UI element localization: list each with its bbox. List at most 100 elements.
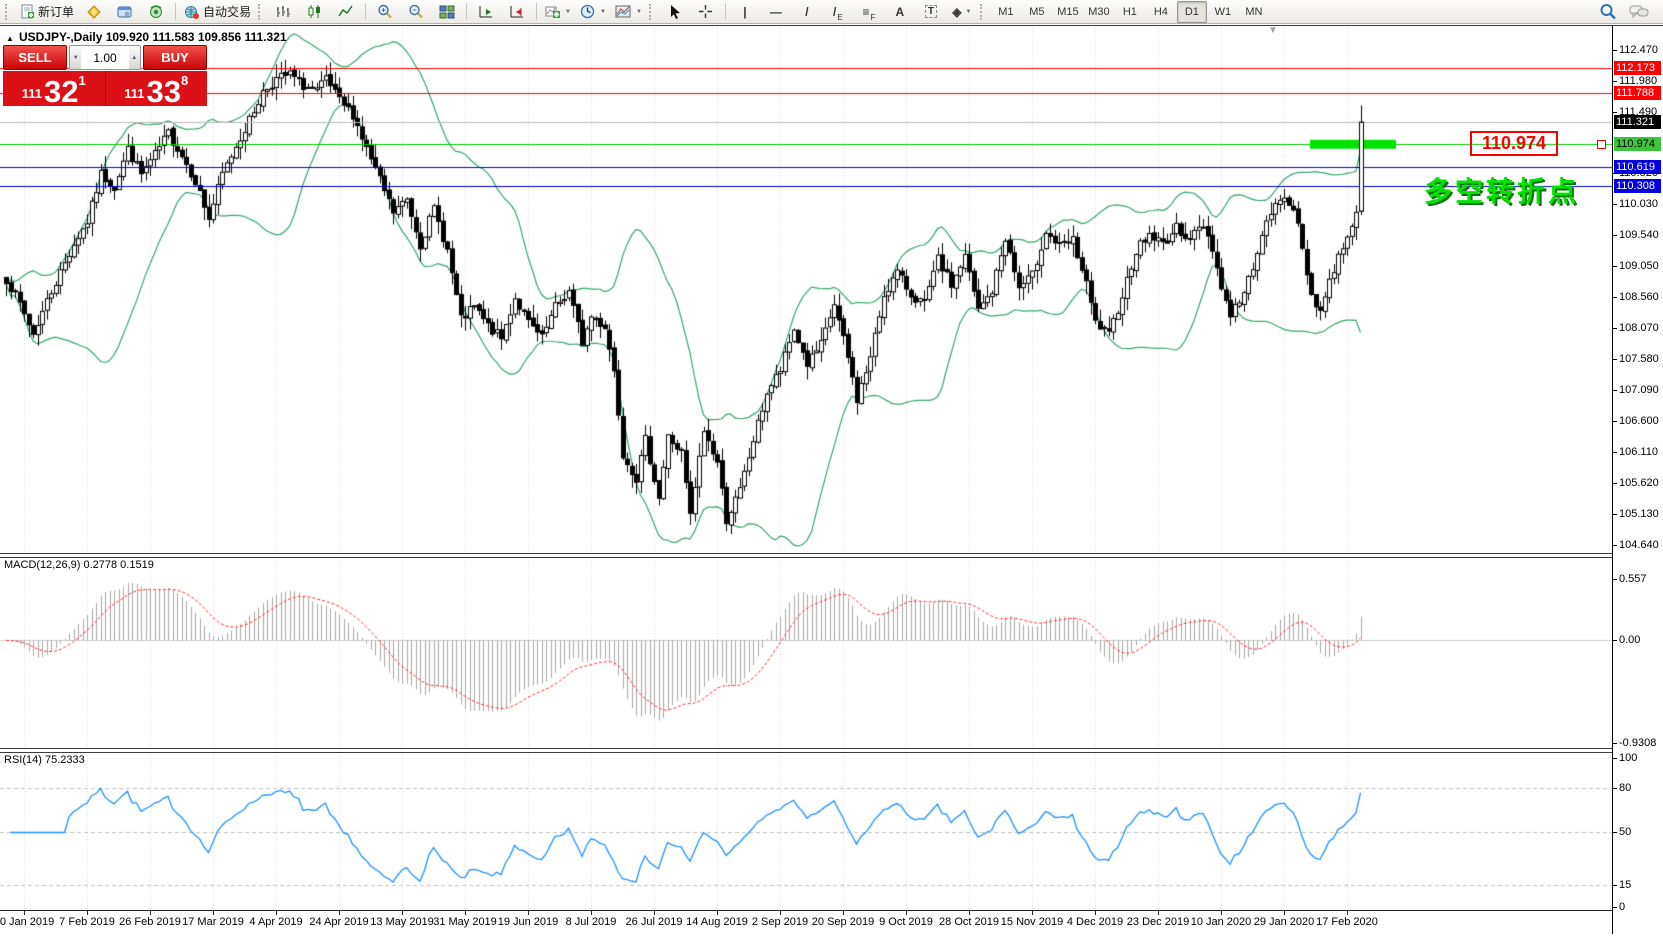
price-tick-mark (1613, 50, 1617, 51)
rsi-tick-mark (1613, 885, 1617, 886)
timeframe-m5-button[interactable]: M5 (1022, 1, 1052, 23)
text-label-tool-button[interactable]: T (916, 1, 946, 23)
indicator-list-button[interactable] (79, 1, 109, 23)
template-icon (615, 4, 632, 19)
date-label: 26 Jul 2019 (626, 916, 683, 928)
timeframe-d1-button[interactable]: D1 (1177, 1, 1207, 23)
price-flag-anchor[interactable] (1597, 140, 1606, 149)
add-indicator-button[interactable]: ▼ (541, 1, 575, 23)
fibonacci-tool-button[interactable]: ≡ F (854, 1, 884, 23)
timeframe-m1-button[interactable]: M1 (991, 1, 1021, 23)
text-tool-icon: A (896, 5, 905, 19)
date-axis[interactable]: 20 Jan 20197 Feb 201926 Feb 201917 Mar 2… (0, 910, 1612, 936)
text-tool-button[interactable]: A (885, 1, 915, 23)
buy-button[interactable]: BUY (143, 45, 207, 70)
autotrading-button[interactable]: 自动交易 (180, 1, 255, 23)
template-button[interactable]: ▼ (611, 1, 646, 23)
channel-icon: / (833, 5, 836, 19)
timeframe-mn-button[interactable]: MN (1239, 1, 1269, 23)
toolbar-grip[interactable] (980, 4, 986, 20)
new-chart-button[interactable] (110, 1, 140, 23)
new-order-button[interactable]: 新订单 (16, 1, 78, 23)
price-badge: 110.974 (1614, 137, 1661, 151)
price-tick-label: 106.110 (1619, 446, 1658, 458)
auto-scroll-button[interactable] (471, 1, 501, 23)
volume-up-button[interactable]: ▲ (129, 46, 140, 69)
new-order-label: 新订单 (38, 3, 74, 20)
macd-axis-label: 0.00 (1619, 634, 1640, 646)
zoom-out-button[interactable] (401, 1, 431, 23)
period-button[interactable]: ▼ (576, 1, 610, 23)
spin-down-icon: ▼ (73, 55, 79, 61)
date-label: 31 May 2019 (433, 916, 497, 928)
price-flag-label[interactable]: 110.974 (1470, 131, 1558, 156)
pane-separator[interactable] (0, 553, 1663, 558)
toolbar-separator (365, 3, 366, 20)
bar-chart-button[interactable] (269, 1, 299, 23)
date-label: 15 Nov 2019 (1001, 916, 1063, 928)
date-label: 13 May 2019 (370, 916, 434, 928)
candlestick-button[interactable] (300, 1, 330, 23)
date-tick-mark (717, 911, 718, 915)
volume-input[interactable] (81, 46, 128, 69)
toolbar-grip[interactable] (649, 4, 655, 20)
vertical-line-tool-button[interactable]: | (730, 1, 760, 23)
rsi-tick-mark (1613, 832, 1617, 833)
arrows-icon: ◈ (952, 5, 961, 19)
date-label: 19 Jun 2019 (498, 916, 559, 928)
horizontal-line-tool-button[interactable]: — (761, 1, 791, 23)
sell-button[interactable]: SELL (3, 45, 67, 70)
price-axis[interactable]: 112.470111.980111.490110.520110.030109.5… (1612, 26, 1663, 934)
chart-shift-button[interactable] (502, 1, 532, 23)
fibonacci-icon: ≡ (862, 5, 869, 19)
zoom-in-icon (377, 4, 393, 19)
chinese-note[interactable]: 多空转折点 (1424, 170, 1579, 210)
chat-button[interactable] (1624, 1, 1654, 23)
toolbar-grip[interactable] (258, 4, 264, 20)
chart-canvas[interactable] (0, 26, 1612, 910)
macd-tick-mark (1613, 579, 1617, 580)
timeframe-m15-button[interactable]: M15 (1053, 1, 1083, 23)
date-label: 20 Sep 2019 (812, 916, 874, 928)
buy-price[interactable]: 111 33 8 (106, 71, 208, 106)
timeframe-h1-button[interactable]: H1 (1115, 1, 1145, 23)
volume-down-button[interactable]: ▼ (70, 46, 81, 69)
one-click-trading-panel: SELL ▼ ▲ BUY 111 32 1 111 33 8 (3, 45, 207, 106)
price-tick-mark (1613, 328, 1617, 329)
date-label: 28 Oct 2019 (939, 916, 999, 928)
timeframe-w1-button[interactable]: W1 (1208, 1, 1238, 23)
date-label: 26 Feb 2019 (119, 916, 181, 928)
rsi-axis-label: 80 (1619, 782, 1631, 794)
macd-tick-mark (1613, 640, 1617, 641)
cursor-tool-button[interactable] (660, 1, 690, 23)
signals-button[interactable] (141, 1, 171, 23)
collapse-panel-icon[interactable]: ▲ (6, 34, 14, 43)
arrows-tool-button[interactable]: ◈ ▼ (947, 1, 977, 23)
line-chart-button[interactable] (331, 1, 361, 23)
pane-separator[interactable] (0, 748, 1663, 753)
tile-windows-button[interactable] (432, 1, 462, 23)
search-button[interactable] (1593, 1, 1623, 23)
crosshair-tool-button[interactable] (691, 1, 721, 23)
toolbar-grip[interactable] (5, 4, 11, 20)
rsi-axis-label: 15 (1619, 879, 1631, 891)
price-tick-mark (1613, 81, 1617, 82)
date-label: 2 Sep 2019 (752, 916, 808, 928)
sell-price[interactable]: 111 32 1 (3, 71, 105, 106)
price-tick-label: 110.030 (1619, 198, 1658, 210)
mt4-application: 新订单 自动交易 (0, 0, 1663, 942)
chart-shift-marker-icon: ▼ (1268, 25, 1278, 36)
sell-price-sup: 1 (79, 73, 86, 88)
date-tick-mark (906, 911, 907, 915)
price-tick-label: 109.540 (1619, 229, 1659, 241)
trendline-tool-button[interactable]: / (792, 1, 822, 23)
dropdown-caret-icon: ▼ (636, 9, 642, 15)
date-tick-mark (276, 911, 277, 915)
timeframe-h4-button[interactable]: H4 (1146, 1, 1176, 23)
timeframe-m30-button[interactable]: M30 (1084, 1, 1114, 23)
equidistant-channel-tool-button[interactable]: / E (823, 1, 853, 23)
chart-window: 112.470111.980111.490110.520110.030109.5… (0, 25, 1663, 942)
rsi-label: RSI(14) 75.2333 (4, 754, 85, 766)
buy-price-big: 33 (147, 79, 181, 104)
zoom-in-button[interactable] (370, 1, 400, 23)
